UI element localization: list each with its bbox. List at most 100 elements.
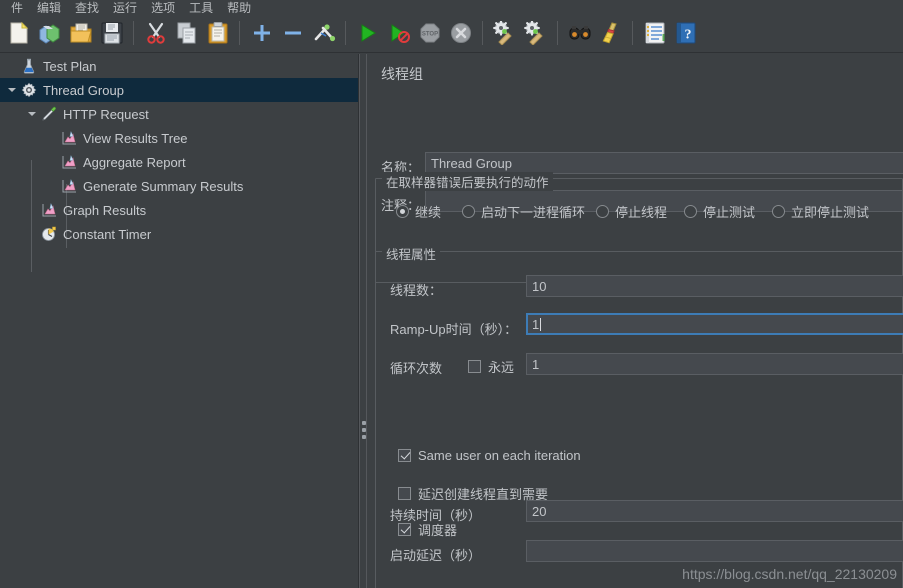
search-icon [569,25,590,39]
checkbox-mark-icon [398,523,411,536]
split-pane-divider[interactable] [359,54,367,588]
duration-input[interactable]: 20 [526,500,903,522]
divider-grip-icon [362,421,366,425]
radio-mark-icon [462,205,475,218]
new-icon [10,21,28,43]
radio-mark-icon [772,205,785,218]
tree-node-constant-timer[interactable]: Constant Timer [0,222,358,246]
listener-icon [40,201,58,219]
forever-label: 永远 [488,360,515,375]
radio-continue[interactable]: 继续 [396,202,441,221]
search-button[interactable] [564,17,595,48]
jmeter-window: 件 编辑 查找 运行 选项 工具 帮助 STOP ? Test Plan Thr… [0,0,903,588]
same-user-checkbox[interactable]: Same user on each iteration [398,448,581,463]
reset-search-button[interactable] [595,17,626,48]
tree-node-test-plan[interactable]: Test Plan [0,54,358,78]
radio-label: 立即停止测试 [791,205,870,220]
expand-all-button[interactable] [246,17,277,48]
paste-button[interactable] [202,17,233,48]
tree-node-generate-summary-results[interactable]: Generate Summary Results [0,174,358,198]
menu-item-tools[interactable]: 工具 [182,2,220,13]
toolbar-separator-2 [239,20,240,45]
start-no-pauses-button[interactable] [383,17,414,48]
startup-delay-input[interactable] [526,540,903,562]
toolbar-separator-6 [632,20,633,45]
toolbar-separator-5 [557,20,558,45]
thread-properties-legend: 线程属性 [382,244,441,263]
svg-text:STOP: STOP [421,31,437,37]
templates-button[interactable] [34,17,65,48]
new-button[interactable] [3,17,34,48]
menu-bar: 件 编辑 查找 运行 选项 工具 帮助 [0,0,903,13]
watermark: https://blog.csdn.net/qq_22130209 [682,566,897,582]
menu-item-edit[interactable]: 编辑 [30,2,68,13]
ramp-up-input[interactable]: 1 [526,313,903,335]
cut-icon [146,22,165,44]
startup-delay-label: 启动延迟（秒） [390,548,482,563]
forever-checkbox[interactable]: 永远 [468,357,514,376]
twisty-expanded-icon[interactable] [24,102,40,126]
cut-button[interactable] [140,17,171,48]
open-button[interactable] [65,17,96,48]
menu-item-help[interactable]: 帮助 [220,2,258,13]
clear-all-button[interactable] [520,17,551,48]
copy-icon [177,22,195,43]
tree-node-graph-results[interactable]: Graph Results [0,198,358,222]
clear-button[interactable] [489,17,520,48]
expand-all-icon [253,24,270,41]
function-helper-button[interactable] [639,17,670,48]
toolbar-separator-4 [482,20,483,45]
clear-all-icon [523,20,543,45]
radio-start-next-loop[interactable]: 启动下一进程循环 [462,202,585,221]
menu-item-search[interactable]: 查找 [68,2,106,13]
loop-count-input[interactable]: 1 [526,353,903,375]
copy-button[interactable] [171,17,202,48]
collapse-all-button[interactable] [277,17,308,48]
templates-icon [39,23,59,44]
help-button[interactable]: ? [670,17,701,48]
listener-icon [60,129,78,147]
radio-stop-test[interactable]: 停止测试 [684,202,755,221]
tree-node-thread-group[interactable]: Thread Group [0,78,358,102]
help-icon: ? [676,22,695,43]
tree-node-http-request[interactable]: HTTP Request [0,102,358,126]
tree-node-label: Generate Summary Results [83,178,244,194]
tree-node-label: Test Plan [43,58,97,74]
radio-label: 继续 [415,205,442,220]
name-input[interactable]: Thread Group [425,152,903,174]
stop-icon: STOP [420,23,439,42]
loop-count-label: 循环次数 [390,361,443,376]
start-button[interactable] [352,17,383,48]
toggle-button[interactable] [308,17,339,48]
tree-node-view-results-tree[interactable]: View Results Tree [0,126,358,150]
function-helper-icon [645,22,664,43]
twisty-placeholder [4,54,20,78]
ramp-up-value: 1 [532,317,540,332]
collapse-all-icon [284,31,301,34]
reset-search-icon [602,21,617,43]
menu-item-options[interactable]: 选项 [144,2,182,13]
paste-icon [208,21,227,43]
radio-stop-test-now[interactable]: 立即停止测试 [772,202,869,221]
stop-button[interactable]: STOP [414,17,445,48]
tree-node-aggregate-report[interactable]: Aggregate Report [0,150,358,174]
radio-stop-thread[interactable]: 停止线程 [596,202,667,221]
test-plan-icon [20,57,38,75]
twisty-expanded-icon[interactable] [4,78,20,102]
tree-node-label: Graph Results [63,202,147,218]
thread-group-config-panel: 线程组 名称： Thread Group 注释： 在取样器错误后要执行的动作 继… [368,54,903,588]
test-plan-tree[interactable]: Test Plan Thread Group HTTP Request View… [0,54,359,588]
num-threads-input[interactable]: 10 [526,275,903,297]
ramp-up-label: Ramp-Up时间（秒）： [390,322,518,337]
menu-item-file[interactable]: 件 [4,2,30,13]
listener-icon [60,153,78,171]
radio-label: 停止测试 [703,205,756,220]
menu-item-run[interactable]: 运行 [106,2,144,13]
http-request-icon [40,105,58,123]
radio-label: 启动下一进程循环 [481,205,586,220]
tree-node-label: HTTP Request [63,106,149,122]
num-threads-label: 线程数： [390,283,443,298]
save-button[interactable] [96,17,127,48]
shutdown-button[interactable] [445,17,476,48]
shutdown-icon [450,22,471,43]
